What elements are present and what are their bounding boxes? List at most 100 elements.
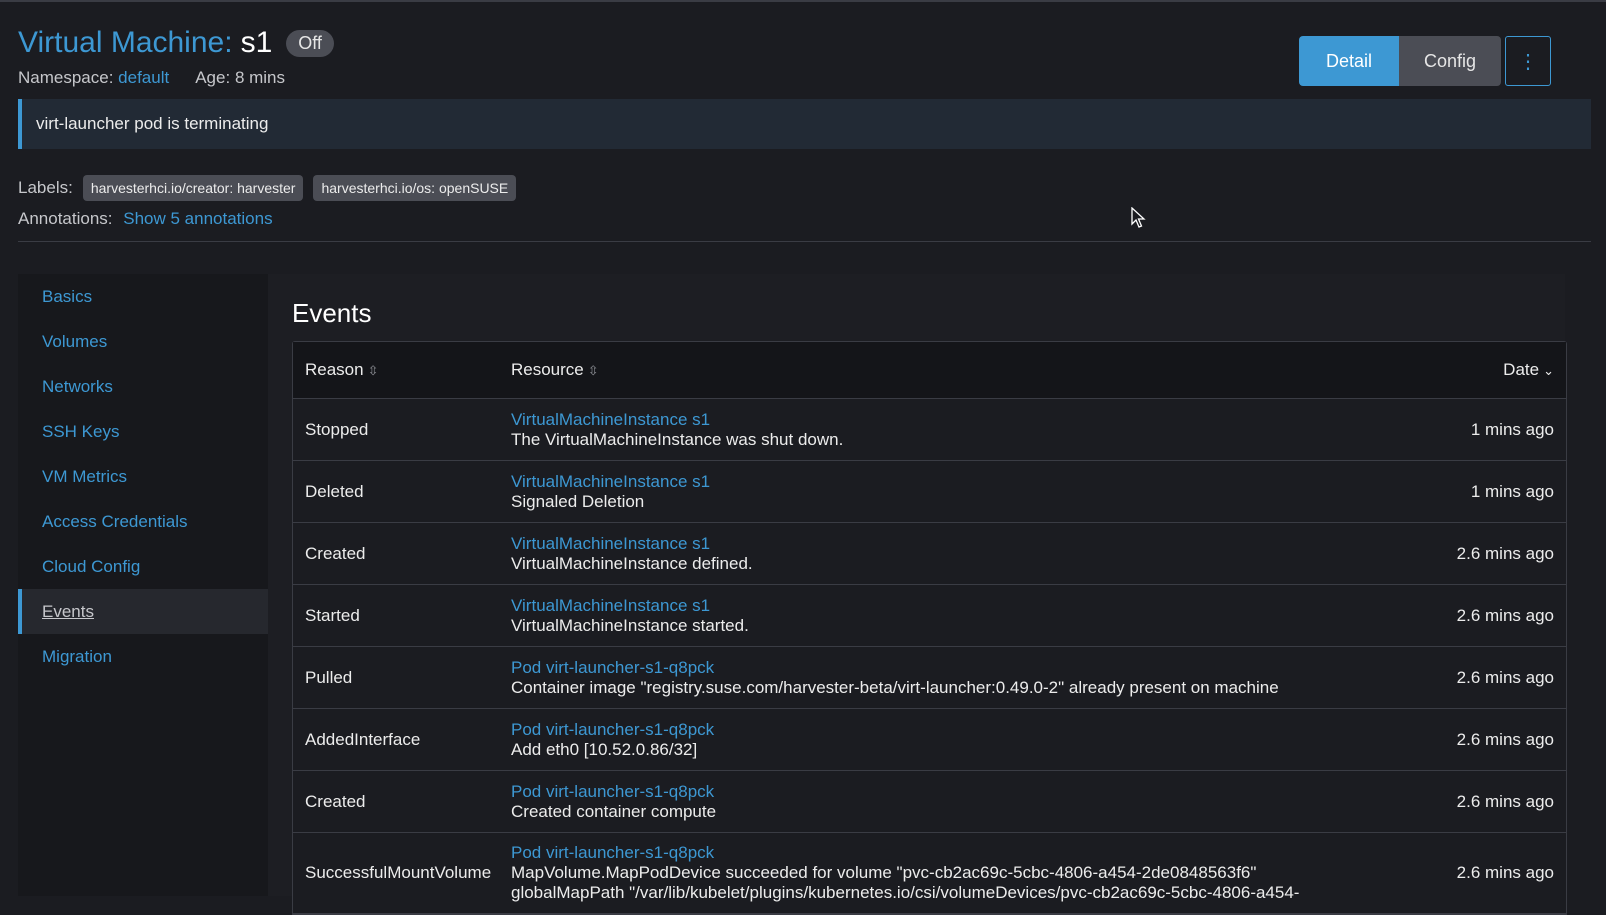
table-row: SuccessfulMountVolume Pod virt-launcher-…	[293, 833, 1566, 914]
event-reason: Started	[305, 605, 360, 625]
event-resource: VirtualMachineInstance s1 VirtualMachine…	[511, 596, 1366, 636]
sidebar-item-vm-metrics[interactable]: VM Metrics	[18, 454, 268, 499]
labels-label: Labels:	[18, 178, 73, 197]
event-message: VirtualMachineInstance started.	[511, 615, 749, 635]
event-message-continued: globalMapPath "/var/lib/kubelet/plugins/…	[511, 883, 1300, 902]
event-message: VirtualMachineInstance defined.	[511, 553, 753, 573]
table-row: AddedInterface Pod virt-launcher-s1-q8pc…	[293, 709, 1566, 771]
more-actions-button[interactable]: ⋮	[1505, 36, 1551, 86]
column-label: Reason	[305, 360, 364, 379]
event-message: Container image "registry.suse.com/harve…	[511, 677, 1279, 697]
section-title: Events	[292, 298, 372, 328]
resource-link[interactable]: VirtualMachineInstance s1	[511, 410, 1366, 430]
resource-link[interactable]: Pod virt-launcher-s1-q8pck	[511, 658, 1366, 678]
event-date: 2.6 mins ago	[1456, 667, 1554, 687]
event-resource: VirtualMachineInstance s1 The VirtualMac…	[511, 410, 1366, 450]
event-message: Add eth0 [10.52.0.86/32]	[511, 739, 698, 759]
table-header: Reason ⇳ Resource ⇳ Date ⌄	[293, 342, 1566, 399]
event-resource: Pod virt-launcher-s1-q8pck MapVolume.Map…	[511, 843, 1366, 903]
age-info: Age: 8 mins	[195, 68, 285, 88]
sort-icon: ⇳	[367, 363, 379, 378]
label-tag: harvesterhci.io/creator: harvester	[82, 175, 304, 201]
age-label: Age:	[195, 68, 231, 87]
annotations-label: Annotations:	[18, 209, 113, 228]
table-row: Stopped VirtualMachineInstance s1 The Vi…	[293, 399, 1566, 461]
event-reason: AddedInterface	[305, 729, 421, 749]
sidebar-item-access-credentials[interactable]: Access Credentials	[18, 499, 268, 544]
section-divider	[18, 241, 1591, 242]
table-row: Started VirtualMachineInstance s1 Virtua…	[293, 585, 1566, 647]
vm-name: s1	[240, 26, 273, 59]
column-label: Date	[1503, 360, 1540, 379]
labels-row: Labels: harvesterhci.io/creator: harvest…	[18, 175, 517, 201]
events-table: Reason ⇳ Resource ⇳ Date ⌄ Stopped VirtualM…	[292, 341, 1567, 915]
sort-icon: ⇳	[587, 363, 599, 378]
sidebar-item-ssh-keys[interactable]: SSH Keys	[18, 409, 268, 454]
event-date: 2.6 mins ago	[1456, 605, 1554, 625]
table-row: Created VirtualMachineInstance s1 Virtua…	[293, 523, 1566, 585]
event-reason: Created	[305, 543, 366, 563]
event-message: The VirtualMachineInstance was shut down…	[511, 429, 844, 449]
resource-link[interactable]: VirtualMachineInstance s1	[511, 534, 1366, 554]
event-date: 2.6 mins ago	[1456, 543, 1554, 563]
sidebar-item-events[interactable]: Events	[18, 589, 268, 634]
namespace-link[interactable]: default	[118, 68, 169, 87]
event-resource: VirtualMachineInstance s1 VirtualMachine…	[511, 534, 1366, 574]
status-badge: Off	[286, 29, 334, 57]
column-header-date[interactable]: Date ⌄	[1366, 360, 1566, 380]
event-resource: Pod virt-launcher-s1-q8pck Add eth0 [10.…	[511, 720, 1366, 760]
view-toggle: Detail Config ⋮	[1299, 36, 1551, 86]
kebab-menu-icon: ⋮	[1518, 50, 1538, 73]
status-banner: virt-launcher pod is terminating	[18, 99, 1591, 149]
resource-link[interactable]: Pod virt-launcher-s1-q8pck	[511, 720, 1366, 740]
sidebar: Basics Volumes Networks SSH Keys VM Metr…	[18, 274, 268, 896]
table-row: Deleted VirtualMachineInstance s1 Signal…	[293, 461, 1566, 523]
table-row: Created Pod virt-launcher-s1-q8pck Creat…	[293, 771, 1566, 833]
event-reason: SuccessfulMountVolume	[305, 863, 492, 882]
event-date: 2.6 mins ago	[1456, 863, 1554, 882]
column-label: Resource	[511, 360, 584, 379]
sort-desc-icon: ⌄	[1543, 363, 1554, 378]
event-reason: Pulled	[305, 667, 353, 687]
sidebar-item-volumes[interactable]: Volumes	[18, 319, 268, 364]
sidebar-item-migration[interactable]: Migration	[18, 634, 268, 679]
resource-link[interactable]: Pod virt-launcher-s1-q8pck	[511, 782, 1366, 802]
event-date: 2.6 mins ago	[1456, 729, 1554, 749]
sidebar-item-basics[interactable]: Basics	[18, 274, 268, 319]
annotations-row: Annotations: Show 5 annotations	[18, 209, 273, 229]
top-divider	[0, 0, 1606, 2]
page-title: Virtual Machine: s1 Off	[18, 26, 334, 60]
namespace-info: Namespace: default	[18, 68, 169, 88]
sidebar-item-cloud-config[interactable]: Cloud Config	[18, 544, 268, 589]
event-message: MapVolume.MapPodDevice succeeded for vol…	[511, 863, 1257, 882]
title-prefix: Virtual Machine:	[18, 26, 233, 59]
resource-link[interactable]: VirtualMachineInstance s1	[511, 596, 1366, 616]
column-header-reason[interactable]: Reason ⇳	[293, 360, 511, 380]
event-reason: Created	[305, 791, 366, 811]
show-annotations-link[interactable]: Show 5 annotations	[123, 209, 272, 228]
mouse-cursor-icon	[1131, 207, 1146, 228]
banner-message: virt-launcher pod is terminating	[36, 114, 269, 133]
event-reason: Stopped	[305, 419, 369, 439]
event-resource: Pod virt-launcher-s1-q8pck Container ima…	[511, 658, 1366, 698]
sidebar-item-networks[interactable]: Networks	[18, 364, 268, 409]
event-reason: Deleted	[305, 481, 364, 501]
event-date: 2.6 mins ago	[1456, 791, 1554, 811]
event-message: Created container compute	[511, 801, 717, 821]
table-row: Pulled Pod virt-launcher-s1-q8pck Contai…	[293, 647, 1566, 709]
event-resource: Pod virt-launcher-s1-q8pck Created conta…	[511, 782, 1366, 822]
events-panel: Events Reason ⇳ Resource ⇳ Date ⌄ Stopped V…	[268, 274, 1567, 915]
namespace-label: Namespace:	[18, 68, 114, 87]
age-value: 8 mins	[234, 68, 286, 87]
event-date: 1 mins ago	[1470, 481, 1554, 501]
event-message: Signaled Deletion	[511, 491, 645, 511]
label-tag: harvesterhci.io/os: openSUSE	[313, 175, 517, 201]
column-header-resource[interactable]: Resource ⇳	[511, 360, 1366, 380]
event-resource: VirtualMachineInstance s1 Signaled Delet…	[511, 472, 1366, 512]
resource-link[interactable]: Pod virt-launcher-s1-q8pck	[511, 843, 1366, 863]
event-date: 1 mins ago	[1470, 419, 1554, 439]
vm-meta: Namespace: default Age: 8 mins	[18, 68, 285, 88]
config-button[interactable]: Config	[1399, 36, 1501, 86]
detail-button[interactable]: Detail	[1299, 36, 1399, 86]
resource-link[interactable]: VirtualMachineInstance s1	[511, 472, 1366, 492]
